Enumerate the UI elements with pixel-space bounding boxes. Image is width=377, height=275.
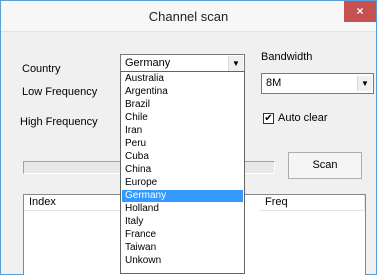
country-option[interactable]: Brazil <box>122 99 243 111</box>
chevron-down-icon[interactable]: ▼ <box>357 76 372 91</box>
country-dropdown-list[interactable]: Australia Argentina Brazil Chile Iran Pe… <box>120 71 245 274</box>
chevron-down-icon[interactable]: ▼ <box>228 56 243 71</box>
country-option[interactable]: France <box>122 229 243 241</box>
column-header-freq[interactable]: Freq <box>260 195 365 211</box>
country-option[interactable]: Taiwan <box>122 242 243 254</box>
country-option[interactable]: Holland <box>122 203 243 215</box>
high-frequency-label: High Frequency <box>20 116 98 128</box>
checkmark-icon: ✔ <box>264 113 273 124</box>
bandwidth-select[interactable]: 8M ▼ <box>261 73 374 94</box>
country-option[interactable]: Australia <box>122 73 243 85</box>
country-option-selected[interactable]: Germany <box>122 190 243 202</box>
title-bar[interactable]: Channel scan × <box>1 1 376 32</box>
channel-scan-dialog: Channel scan × Country Low Frequency Hig… <box>0 0 377 275</box>
country-select-value: Germany <box>125 57 171 69</box>
country-option[interactable]: Italy <box>122 216 243 228</box>
country-option[interactable]: Chile <box>122 112 243 124</box>
country-option[interactable]: Argentina <box>122 86 243 98</box>
auto-clear-checkbox[interactable]: ✔ <box>263 113 274 124</box>
country-option[interactable]: China <box>122 164 243 176</box>
column-header-index[interactable]: Index <box>24 195 121 211</box>
country-option[interactable]: Unkown <box>122 255 243 267</box>
country-option[interactable]: Iran <box>122 125 243 137</box>
window-title: Channel scan <box>148 9 229 24</box>
close-icon: × <box>356 4 364 18</box>
bandwidth-label: Bandwidth <box>261 51 313 63</box>
auto-clear-label[interactable]: Auto clear <box>278 112 328 124</box>
close-button[interactable]: × <box>344 1 376 22</box>
country-option[interactable]: Cuba <box>122 151 243 163</box>
country-option[interactable]: Peru <box>122 138 243 150</box>
scan-button[interactable]: Scan <box>288 152 362 179</box>
country-label: Country <box>22 63 61 75</box>
country-option[interactable]: Europe <box>122 177 243 189</box>
bandwidth-select-value: 8M <box>266 77 282 89</box>
low-frequency-label: Low Frequency <box>22 86 98 98</box>
